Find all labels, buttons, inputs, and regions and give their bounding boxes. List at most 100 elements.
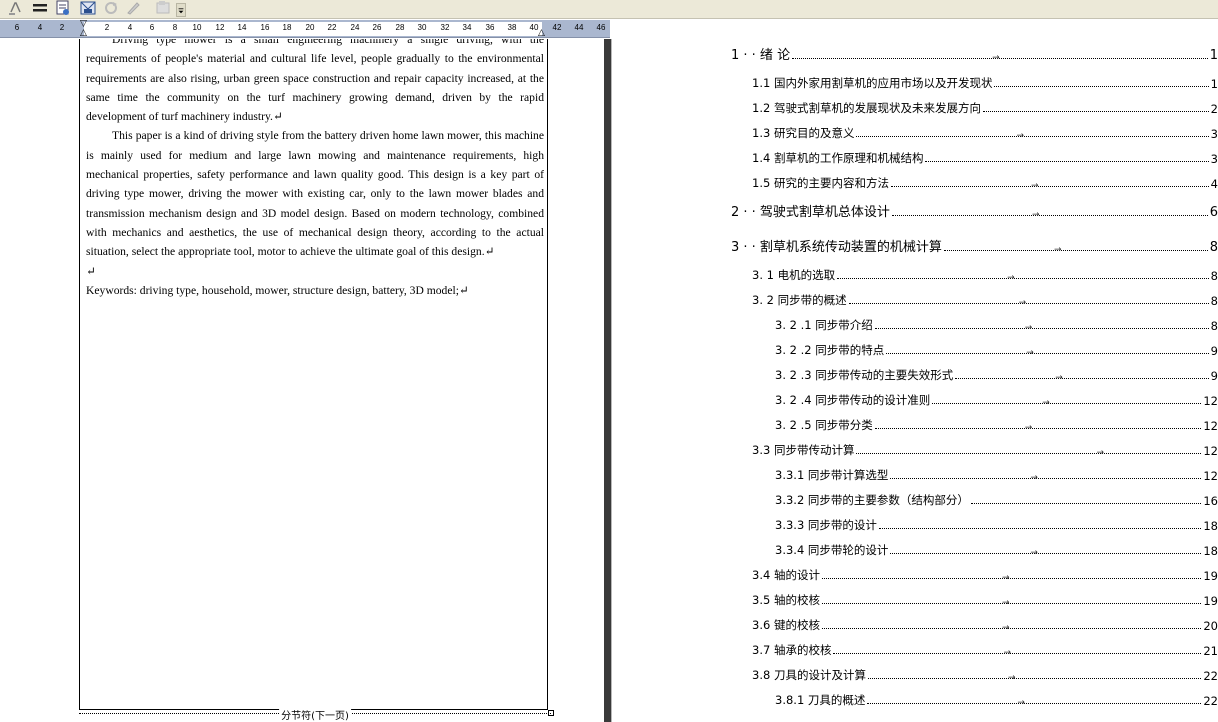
toc-entry-title: 3. 2 .5 同步带分类	[775, 418, 873, 432]
page-gap-splitter	[604, 39, 611, 722]
toc-leader-dots: →	[994, 86, 1209, 87]
toc-entry[interactable]: 3.6 键的校核 → 20	[752, 615, 1218, 633]
toc-entry-page: 12	[1203, 444, 1218, 458]
document-page[interactable]: Driving type mower is a small engineerin…	[79, 39, 548, 710]
ruler-label: 44	[574, 23, 584, 32]
toc-entry[interactable]: 3.7 轴承的校核 → 21	[752, 640, 1218, 658]
toc-leader-dots	[878, 528, 1202, 529]
toc-entry[interactable]: 3.8.1 刀具的概述 → 22	[775, 690, 1218, 708]
toc-entry[interactable]: 3.3.3 同步带的设计 18	[775, 515, 1218, 533]
tab-arrow-icon: →	[1024, 423, 1033, 433]
toc-entry-page: 19	[1203, 569, 1218, 583]
toc-leader-dots: →	[867, 698, 1202, 708]
tab-arrow-icon: →	[992, 53, 1000, 63]
toc-entry[interactable]: 1 · · 绪 论 → 1	[731, 45, 1218, 63]
ruler-label: 14	[237, 23, 247, 32]
toc-leader-dots: →	[890, 473, 1202, 483]
abstract-text[interactable]: Driving type mower is a small engineerin…	[86, 39, 544, 300]
ruler-label: 4	[127, 23, 133, 32]
tab-arrow-icon: →	[1001, 598, 1010, 608]
toc-entry-title: 1.1 国内外家用割草机的应用市场以及开发现状	[752, 76, 993, 90]
toc-leader-dots: →	[890, 548, 1202, 558]
ruler-label: 10	[192, 23, 202, 32]
keywords-paragraph[interactable]: Keywords: driving type, household, mower…	[86, 281, 544, 300]
toc-entry[interactable]: 3.3 同步带传动计算 → 12	[752, 440, 1218, 458]
toc-entry[interactable]: 3. 1 电机的选取 → 8	[752, 265, 1218, 283]
toc-leader-dots: →	[821, 573, 1202, 583]
toc-entry-page: 2	[1210, 102, 1218, 116]
ruler-label: 6	[149, 23, 155, 32]
toc-entry[interactable]: 3. 2 同步带的概述 → 8	[752, 290, 1218, 308]
toc-entry[interactable]: 1.1 国内外家用割草机的应用市场以及开发现状→1	[752, 73, 1218, 91]
tab-arrow-icon: →	[1030, 181, 1039, 191]
toc-entry[interactable]: 1.2 驾驶式割草机的发展现状及未来发展方向→2	[752, 98, 1218, 116]
right-indent-marker[interactable]: △	[538, 29, 545, 38]
horizontal-ruler[interactable]: 6 4 2 2 4 6 8 10 12 14 16 18 20 22 24 26…	[0, 20, 610, 38]
empty-paragraph[interactable]: ↵	[86, 262, 544, 281]
toc-entry-page: 8	[1209, 240, 1218, 255]
toc-leader-dots: →	[874, 423, 1202, 433]
toc-entry[interactable]: 1.5 研究的主要内容和方法 → 4	[752, 173, 1218, 191]
toc-entry[interactable]: 3.3.4 同步带轮的设计 → 18	[775, 540, 1218, 558]
ruler-label: 16	[260, 23, 270, 32]
section-break: 分节符(下一页)	[79, 707, 551, 722]
toc-leader-dots: →	[943, 245, 1208, 255]
redo-icon[interactable]	[103, 0, 119, 16]
section-break-label: 分节符(下一页)	[279, 707, 351, 722]
ruler-label: 2	[104, 23, 110, 32]
envelope-icon[interactable]	[80, 0, 96, 16]
paragraph[interactable]: Driving type mower is a small engineerin…	[86, 39, 544, 126]
toc-entry-page: 12	[1203, 469, 1218, 483]
toc-entry[interactable]: 3.4 轴的设计 → 19	[752, 565, 1218, 583]
pencil-icon[interactable]	[125, 0, 141, 16]
toc-entry[interactable]: 3 · · 割草机系统传动装置的机械计算 → 8	[731, 237, 1218, 255]
tab-arrow-icon: →	[1030, 473, 1038, 483]
toc-entry-title: 3.5 轴的校核	[752, 593, 820, 607]
toc-entry[interactable]: 3. 2 .5 同步带分类 → 12	[775, 415, 1218, 433]
toc-entry-page: 9	[1210, 344, 1218, 358]
toc-entry-page: 22	[1203, 669, 1218, 683]
toc-entry[interactable]: 3. 2 .1 同步带介绍 → 8	[775, 315, 1218, 333]
toc-leader-dots: →	[833, 648, 1202, 658]
toc-entry-page: 1	[1209, 48, 1218, 63]
toc-entry-page: 22	[1203, 694, 1218, 708]
toc-leader-dots: →	[856, 131, 1209, 141]
text-direction-icon[interactable]	[8, 0, 24, 16]
ruler-label: 6	[14, 23, 20, 32]
toc-leader-dots: →	[821, 623, 1202, 633]
toc-entry-page: 3	[1210, 127, 1218, 141]
toc-entry[interactable]: 3. 2 .2 同步带的特点 → 9	[775, 340, 1218, 358]
toc-entry-title: 3.3.1 同步带计算选型	[775, 468, 889, 482]
tab-arrow-icon: →	[1007, 273, 1015, 283]
toc-entry-title: 3.8 刀具的设计及计算	[752, 668, 866, 682]
toc-entry[interactable]: 3.8 刀具的设计及计算 → 22	[752, 665, 1218, 683]
paragraph[interactable]: This paper is a kind of driving style fr…	[86, 126, 544, 261]
hanging-indent-marker[interactable]: △	[80, 29, 87, 38]
tab-arrow-icon: →	[1096, 448, 1104, 458]
toc-entry[interactable]: 3.3.2 同步带的主要参数（结构部分） 16	[775, 490, 1218, 508]
toc-entry[interactable]: 1.4 割草机的工作原理和机械结构→3	[752, 148, 1218, 166]
toc-entry-title: 3.4 轴的设计	[752, 568, 820, 582]
tab-arrow-icon: →	[1042, 398, 1050, 408]
toc-entry[interactable]: 3.3.1 同步带计算选型 → 12	[775, 465, 1218, 483]
toc-entry[interactable]: 2 · · 驾驶式割草机总体设计 → 6	[731, 202, 1218, 220]
insert-icon[interactable]	[155, 0, 171, 16]
toc-entry[interactable]: 3. 2 .3 同步带传动的主要失效形式 → 9	[775, 365, 1218, 383]
ruler-label: 26	[372, 23, 382, 32]
toc-entry[interactable]: 3. 2 .4 同步带传动的设计准则 → 12	[775, 390, 1218, 408]
toolbar-options-icon[interactable]	[176, 3, 186, 17]
toc-leader-dots: →	[932, 398, 1202, 408]
lines-icon[interactable]	[32, 0, 48, 16]
toc-entry[interactable]: 3.5 轴的校核 → 19	[752, 590, 1218, 608]
tab-arrow-icon: →	[1030, 548, 1038, 558]
tab-arrow-icon: →	[1001, 573, 1010, 583]
toc-entry-title: 3. 2 .1 同步带介绍	[775, 318, 873, 332]
toc-entry-title: 1.2 驾驶式割草机的发展现状及未来发展方向	[752, 101, 981, 115]
document-pane-right: 1 · · 绪 论→11.1 国内外家用割草机的应用市场以及开发现状→11.2 …	[619, 39, 1218, 722]
toc-entry-title: 3.6 键的校核	[752, 618, 820, 632]
mail-merge-icon[interactable]	[55, 0, 71, 16]
toc-entry[interactable]: 1.3 研究目的及意义 → 3	[752, 123, 1218, 141]
ruler-label: 36	[485, 23, 495, 32]
tab-arrow-icon: →	[1026, 348, 1034, 358]
toc-entry-page: 20	[1203, 619, 1218, 633]
